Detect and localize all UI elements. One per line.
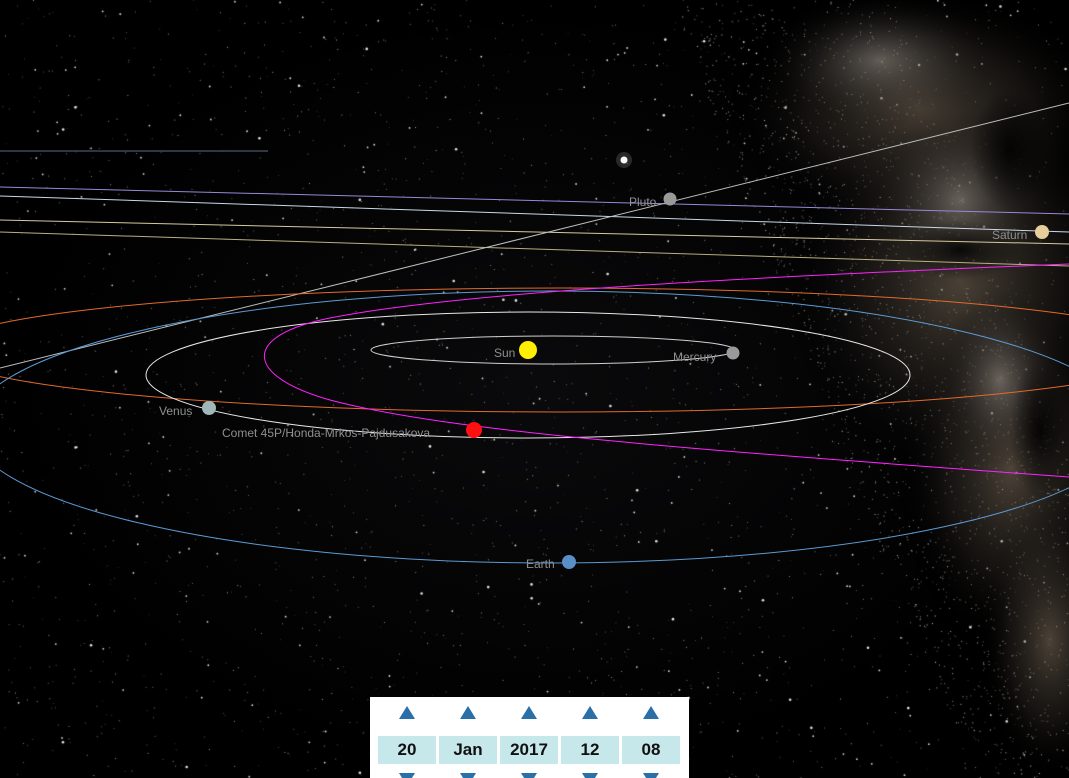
comet-label: Comet 45P/Honda-Mrkos-Pajdusakova <box>222 426 430 440</box>
day-up-arrow-icon[interactable] <box>399 706 415 719</box>
mercury-body[interactable]: Mercury <box>673 346 740 365</box>
saturn-label: Saturn <box>992 228 1027 242</box>
day-value[interactable]: 20 <box>378 736 436 764</box>
minute-value[interactable]: 08 <box>622 736 680 764</box>
month-up-arrow-icon[interactable] <box>460 706 476 719</box>
day-column: 20 <box>378 697 436 778</box>
year-value[interactable]: 2017 <box>500 736 558 764</box>
venus-orbit <box>145 311 911 439</box>
hour-column: 12 <box>561 697 619 778</box>
year-up-arrow-icon[interactable] <box>521 706 537 719</box>
month-value[interactable]: Jan <box>439 736 497 764</box>
bright-star-glow <box>616 152 632 168</box>
month-column: Jan <box>439 697 497 778</box>
comet-body[interactable]: Comet 45P/Honda-Mrkos-Pajdusakova <box>222 422 482 440</box>
sun-body[interactable]: Sun <box>494 341 537 360</box>
earth-label: Earth <box>526 557 555 571</box>
pluto-label: Pluto <box>629 195 657 209</box>
jupiter-orbit <box>0 231 1069 267</box>
solar-system-view[interactable]: Sun Mercury Venus Earth Pluto Saturn Com… <box>0 0 1069 778</box>
comet-orbit <box>264 263 1069 478</box>
saturn-orbit <box>0 219 1069 245</box>
earth-body[interactable]: Earth <box>526 555 576 571</box>
mercury-label: Mercury <box>673 350 716 364</box>
neptune-orbit <box>0 186 1069 215</box>
pluto-body[interactable]: Pluto <box>629 192 677 210</box>
orbit-layer: Sun Mercury Venus Earth Pluto Saturn Com… <box>0 102 1069 571</box>
uranus-orbit <box>0 195 1069 233</box>
minute-up-arrow-icon[interactable] <box>643 706 659 719</box>
minute-column: 08 <box>622 697 680 778</box>
hour-value[interactable]: 12 <box>561 736 619 764</box>
hour-up-arrow-icon[interactable] <box>582 706 598 719</box>
hour-down-arrow-icon[interactable] <box>582 773 598 778</box>
year-down-arrow-icon[interactable] <box>521 773 537 778</box>
earth-orbit <box>0 290 1069 564</box>
venus-label: Venus <box>159 404 192 418</box>
saturn-body[interactable]: Saturn <box>992 225 1049 242</box>
minute-down-arrow-icon[interactable] <box>643 773 659 778</box>
month-down-arrow-icon[interactable] <box>460 773 476 778</box>
pluto-orbit <box>0 102 1069 369</box>
year-column: 2017 <box>500 697 558 778</box>
day-down-arrow-icon[interactable] <box>399 773 415 778</box>
date-picker: 20 Jan 2017 12 08 <box>370 697 689 778</box>
venus-body[interactable]: Venus <box>159 401 216 418</box>
sun-label: Sun <box>494 346 515 360</box>
